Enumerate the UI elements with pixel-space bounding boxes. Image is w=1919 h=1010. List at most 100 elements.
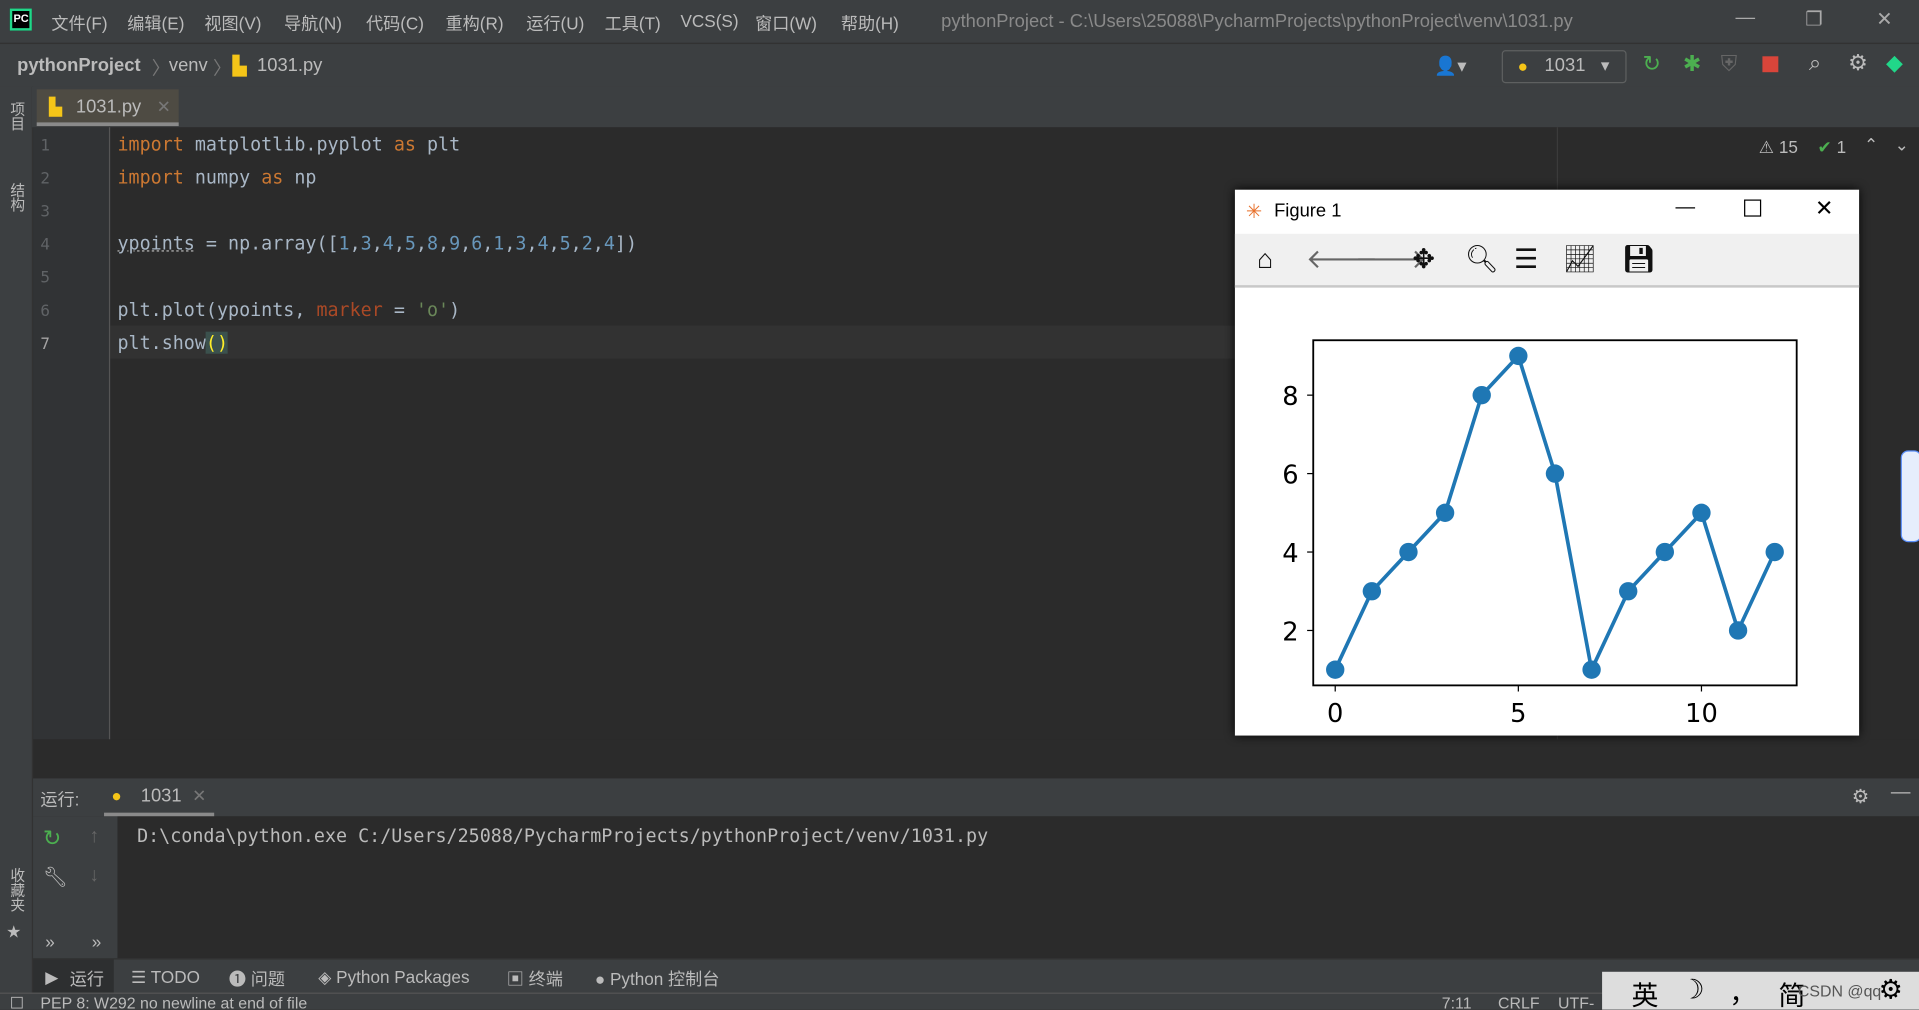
debug-icon[interactable]: ✱	[1683, 51, 1701, 77]
tab-1031-py[interactable]: ▙ 1031.py ✕	[36, 89, 179, 127]
menu-tools[interactable]: 工具(T)	[605, 11, 661, 35]
inspection-ok[interactable]: ✔ 1	[1817, 137, 1846, 158]
run-label: 运行:	[40, 789, 80, 809]
menu-help[interactable]: 帮助(H)	[841, 11, 899, 35]
bottom-tab-packages[interactable]: ◈ Python Packages	[318, 967, 469, 988]
inspection-warnings[interactable]: ⚠ 15	[1759, 137, 1798, 158]
code-line: import matplotlib.pyplot as plt	[117, 133, 461, 156]
maximize-button[interactable]	[1744, 199, 1762, 217]
user-icon[interactable]: 👤▾	[1434, 55, 1466, 77]
edit-axis-icon[interactable]: 📈︎	[1563, 244, 1597, 276]
rerun-icon[interactable]: ↻	[43, 826, 61, 852]
gear-icon[interactable]: ⚙	[1852, 785, 1870, 809]
tool-project[interactable]: 项目	[7, 102, 28, 131]
gear-icon[interactable]: ⚙	[1848, 50, 1868, 76]
wrench-icon[interactable]: 🔧︎	[43, 865, 68, 889]
bottom-tab-terminal[interactable]: ▣ 终端	[507, 967, 563, 991]
arrow-down-icon[interactable]: ↓	[89, 865, 99, 887]
x-tick-label: 0	[1327, 699, 1343, 729]
more-icon[interactable]: »	[45, 931, 55, 951]
bottom-tab-run[interactable]: ▶ 运行	[33, 959, 114, 994]
close-button[interactable]: ✕	[1876, 7, 1892, 31]
figure-title: Figure 1	[1274, 200, 1342, 222]
bottom-tab-label: Python Packages	[336, 966, 470, 987]
search-icon[interactable]: ⌕	[1809, 50, 1821, 76]
watermark: CSDN @qq	[1797, 981, 1882, 1000]
scrollbar-thumb[interactable]	[1900, 450, 1919, 543]
line-chart: 0 5 10 2 4 6 8	[1282, 339, 1798, 729]
home-icon[interactable]: ⌂	[1257, 244, 1273, 276]
menu-edit[interactable]: 编辑(E)	[127, 11, 184, 35]
line-number: 6	[40, 302, 50, 321]
star-icon[interactable]: ★	[6, 922, 21, 943]
tool-favorites[interactable]: 收藏夹	[7, 868, 28, 912]
status-toggle-icon[interactable]: ☐	[10, 994, 24, 1010]
ime-toolbar: 英 ☽ ， 简 CSDN @qq ⚙	[1602, 971, 1919, 1010]
bottom-tab-todo[interactable]: ☰ TODO	[131, 967, 200, 988]
breadcrumb-project[interactable]: pythonProject	[17, 55, 140, 76]
bottom-tab-label: 终端	[528, 969, 563, 989]
run-tab-1031[interactable]: ● 1031 ✕	[104, 778, 215, 817]
close-tab-icon[interactable]: ✕	[157, 97, 171, 118]
chevron-up-icon[interactable]: ⌃	[1864, 135, 1878, 156]
x-tick-label: 10	[1685, 699, 1718, 729]
close-button[interactable]: ✕	[1815, 196, 1833, 222]
run-panel-header: 运行: ● 1031 ✕ ⚙ —	[33, 778, 1919, 817]
bottom-tab-problems[interactable]: ❶ 问题	[229, 967, 285, 991]
run-config-select[interactable]: ● 1031 ▾	[1501, 50, 1627, 84]
breadcrumb-folder[interactable]: venv	[169, 55, 208, 76]
bottom-tab-python-console[interactable]: ● Python 控制台	[595, 967, 720, 991]
data-point	[1619, 582, 1638, 601]
plugin-icon[interactable]: ◆	[1886, 50, 1903, 76]
line-number: 7	[40, 335, 50, 354]
minimize-button[interactable]: —	[1735, 7, 1755, 29]
ime-language[interactable]: 英	[1631, 974, 1658, 1009]
run-icon: ▶	[45, 966, 59, 987]
restore-button[interactable]: ❐	[1805, 7, 1823, 31]
zoom-icon[interactable]: 🔍︎	[1465, 244, 1499, 276]
console-output[interactable]: D:\conda\python.exe C:/Users/25088/Pycha…	[117, 816, 1919, 959]
menu-run[interactable]: 运行(U)	[526, 11, 584, 35]
minimize-button[interactable]: —	[1676, 197, 1696, 219]
stop-icon[interactable]	[1762, 56, 1779, 73]
run-config-label: 1031	[1544, 55, 1586, 76]
chevron-down-icon[interactable]: ⌄	[1895, 135, 1909, 156]
configure-subplots-icon[interactable]: ☰	[1514, 244, 1538, 276]
tool-structure[interactable]: 结构	[7, 182, 28, 211]
save-icon[interactable]: 💾︎	[1622, 244, 1656, 276]
bottom-tab-label: 运行	[69, 969, 105, 989]
file-encoding[interactable]: UTF-	[1558, 994, 1594, 1010]
menu-window[interactable]: 窗口(W)	[755, 11, 817, 35]
menu-file[interactable]: 文件(F)	[51, 11, 107, 35]
matplotlib-icon: ✳	[1245, 201, 1263, 223]
more-icon[interactable]: »	[92, 931, 102, 951]
menu-vcs[interactable]: VCS(S)	[680, 11, 738, 31]
menu-code[interactable]: 代码(C)	[366, 11, 424, 35]
pan-icon[interactable]: ✥	[1412, 244, 1435, 276]
data-point	[1326, 660, 1345, 679]
line-separator[interactable]: CRLF	[1498, 994, 1540, 1010]
line-gutter: 1 2 3 4 5 6 7	[33, 127, 111, 740]
menu-refactor[interactable]: 重构(R)	[445, 11, 503, 35]
warning-count: 15	[1778, 137, 1798, 157]
hide-icon[interactable]: —	[1891, 782, 1911, 804]
bottom-tab-label: TODO	[150, 966, 200, 987]
python-icon: ●	[1517, 56, 1529, 76]
caret-position[interactable]: 7:11	[1442, 994, 1472, 1010]
data-point	[1509, 346, 1528, 366]
menu-navigate[interactable]: 导航(N)	[284, 11, 342, 35]
rerun-icon[interactable]: ↻	[1642, 51, 1660, 77]
navigation-bar: pythonProject 〉 venv 〉 ▙ 1031.py 👤▾ ● 10…	[0, 42, 1919, 89]
chevron-right-icon: 〉	[212, 58, 232, 80]
arrow-up-icon[interactable]: ↑	[89, 826, 99, 848]
close-tab-icon[interactable]: ✕	[192, 786, 206, 807]
bottom-tab-label: 问题	[250, 969, 286, 989]
ime-punctuation[interactable]: ，	[1729, 972, 1756, 1010]
moon-icon[interactable]: ☽	[1680, 974, 1704, 1006]
breadcrumb-file[interactable]: 1031.py	[257, 55, 322, 76]
editor-tabs: ▙ 1031.py ✕	[31, 86, 1919, 129]
coverage-icon[interactable]: ⛨	[1721, 51, 1738, 77]
line-number: 1	[40, 137, 50, 156]
gear-icon[interactable]: ⚙	[1879, 974, 1903, 1006]
menu-view[interactable]: 视图(V)	[204, 11, 261, 35]
